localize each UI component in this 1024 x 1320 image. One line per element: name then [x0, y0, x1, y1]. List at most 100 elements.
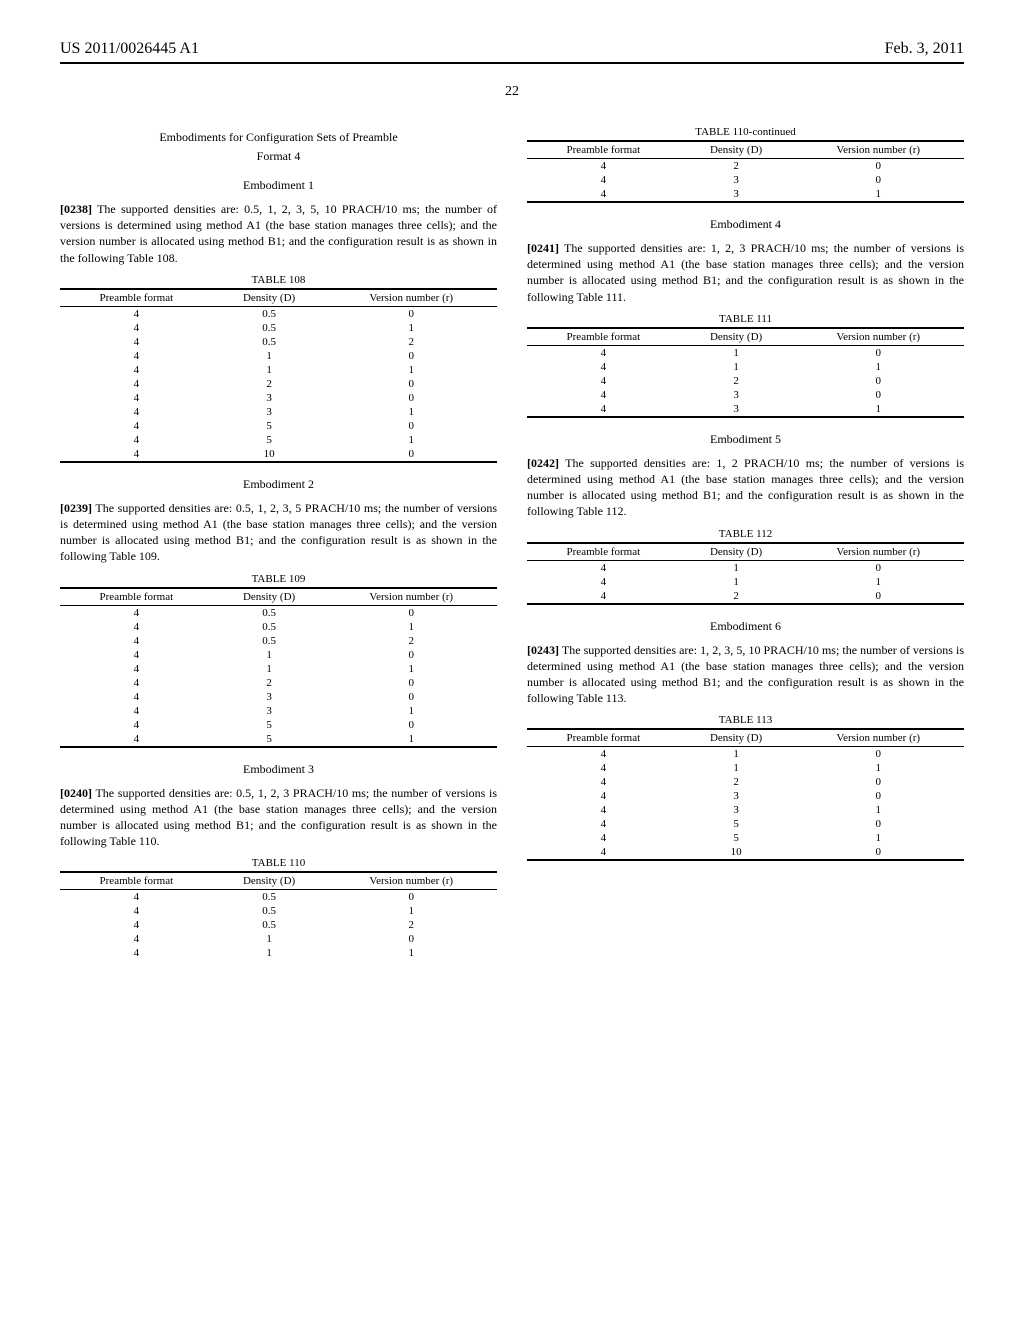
table-cell: 4: [60, 447, 213, 462]
table-cell: 3: [680, 187, 793, 202]
table-cell: 0: [792, 845, 964, 860]
embodiment-6-title: Embodiment 6: [527, 619, 964, 634]
table-cell: 4: [60, 335, 213, 349]
table-cell: 2: [680, 374, 793, 388]
table-cell: 1: [213, 363, 326, 377]
table-cell: 4: [527, 789, 680, 803]
table-cell: 4: [60, 620, 213, 634]
para-num: [0243]: [527, 643, 559, 657]
col-header: Preamble format: [527, 543, 680, 561]
table-cell: 0: [792, 589, 964, 604]
table-cell: 3: [213, 405, 326, 419]
table-cell: 2: [680, 589, 793, 604]
table-cell: 1: [792, 575, 964, 589]
table-110-continued-caption: TABLE 110-continued: [527, 126, 964, 138]
table-cell: 3: [680, 789, 793, 803]
para-num: [0241]: [527, 241, 559, 255]
col-header: Density (D): [680, 543, 793, 561]
table-cell: 0: [325, 718, 497, 732]
table-cell: 1: [680, 345, 793, 360]
table-cell: 1: [792, 360, 964, 374]
col-header: Density (D): [680, 141, 793, 159]
table-cell: 1: [213, 932, 326, 946]
table-109: Preamble format Density (D) Version numb…: [60, 587, 497, 748]
table-cell: 4: [527, 187, 680, 202]
table-cell: 0.5: [213, 605, 326, 620]
table-cell: 4: [60, 648, 213, 662]
table-cell: 3: [680, 803, 793, 817]
table-cell: 1: [680, 560, 793, 575]
table-cell: 0: [792, 173, 964, 187]
table-cell: 4: [527, 775, 680, 789]
table-cell: 1: [325, 904, 497, 918]
table-cell: 4: [527, 360, 680, 374]
table-cell: 4: [60, 321, 213, 335]
table-cell: 4: [60, 662, 213, 676]
table-cell: 1: [680, 747, 793, 762]
table-cell: 2: [213, 377, 326, 391]
table-cell: 1: [213, 349, 326, 363]
table-cell: 4: [60, 946, 213, 960]
publication-number: US 2011/0026445 A1: [60, 40, 199, 58]
para-num: [0240]: [60, 786, 92, 800]
table-cell: 0: [325, 377, 497, 391]
col-header: Version number (r): [325, 872, 497, 890]
table-cell: 0: [792, 817, 964, 831]
table-cell: 5: [213, 732, 326, 747]
table-cell: 10: [213, 447, 326, 462]
table-cell: 0.5: [213, 620, 326, 634]
table-cell: 1: [325, 433, 497, 447]
embodiment-3-title: Embodiment 3: [60, 762, 497, 777]
table-cell: 1: [325, 662, 497, 676]
table-cell: 3: [680, 402, 793, 417]
col-header: Preamble format: [60, 872, 213, 890]
table-cell: 1: [325, 405, 497, 419]
table-cell: 0.5: [213, 918, 326, 932]
paragraph-0242: [0242] The supported densities are: 1, 2…: [527, 455, 964, 520]
table-cell: 0.5: [213, 321, 326, 335]
table-111: Preamble format Density (D) Version numb…: [527, 327, 964, 418]
table-cell: 0: [325, 605, 497, 620]
publication-date: Feb. 3, 2011: [885, 40, 964, 58]
table-cell: 1: [792, 831, 964, 845]
col-header: Density (D): [213, 289, 326, 307]
table-cell: 5: [213, 433, 326, 447]
two-column-layout: Embodiments for Configuration Sets of Pr…: [60, 120, 964, 964]
table-cell: 4: [527, 803, 680, 817]
paragraph-0239: [0239] The supported densities are: 0.5,…: [60, 500, 497, 565]
table-110-caption: TABLE 110: [60, 857, 497, 869]
table-cell: 5: [680, 831, 793, 845]
embodiment-5-title: Embodiment 5: [527, 432, 964, 447]
table-cell: 4: [527, 831, 680, 845]
para-text: The supported densities are: 0.5, 1, 2, …: [60, 202, 497, 265]
paragraph-0243: [0243] The supported densities are: 1, 2…: [527, 642, 964, 707]
table-cell: 0: [325, 932, 497, 946]
table-cell: 0: [792, 388, 964, 402]
table-cell: 0.5: [213, 904, 326, 918]
table-cell: 4: [527, 345, 680, 360]
table-cell: 4: [60, 918, 213, 932]
table-cell: 1: [325, 620, 497, 634]
table-cell: 3: [213, 690, 326, 704]
table-cell: 2: [680, 159, 793, 174]
table-cell: 0: [325, 890, 497, 905]
table-cell: 4: [60, 634, 213, 648]
col-header: Version number (r): [792, 141, 964, 159]
table-cell: 0: [792, 374, 964, 388]
table-cell: 3: [213, 391, 326, 405]
table-cell: 0: [325, 447, 497, 462]
table-108-caption: TABLE 108: [60, 274, 497, 286]
table-cell: 4: [60, 932, 213, 946]
table-108: Preamble format Density (D) Version numb…: [60, 288, 497, 463]
table-cell: 0: [792, 159, 964, 174]
table-cell: 0: [325, 349, 497, 363]
table-cell: 4: [60, 890, 213, 905]
table-cell: 4: [527, 575, 680, 589]
para-text: The supported densities are: 1, 2 PRACH/…: [527, 456, 964, 519]
col-header: Version number (r): [325, 588, 497, 606]
col-header: Version number (r): [792, 729, 964, 747]
table-cell: 0.5: [213, 890, 326, 905]
table-cell: 4: [527, 761, 680, 775]
col-header: Version number (r): [325, 289, 497, 307]
table-cell: 1: [213, 648, 326, 662]
